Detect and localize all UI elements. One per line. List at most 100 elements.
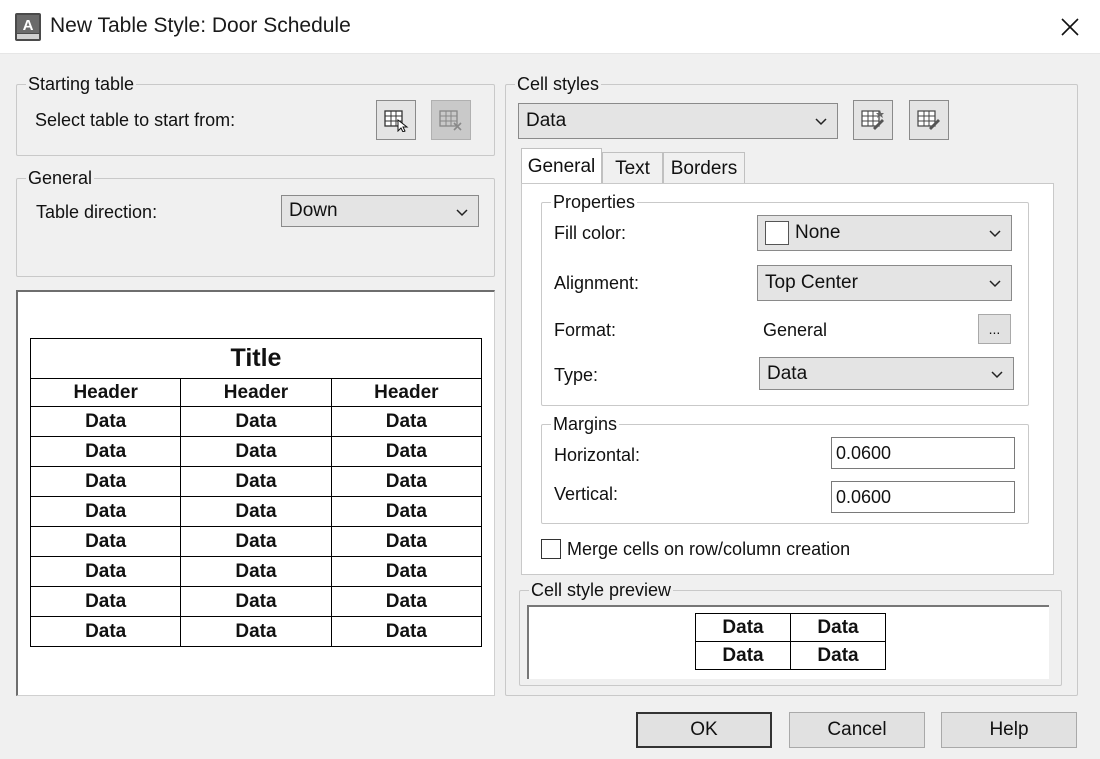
format-browse-button[interactable]: ...	[978, 314, 1011, 344]
cancel-button[interactable]: Cancel	[789, 712, 925, 748]
preview-title-cell: Title	[30, 338, 482, 379]
preview-data-cell: Data	[29, 406, 182, 437]
preview-data-cell: Data	[695, 641, 791, 670]
preview-data-cell: Data	[29, 436, 182, 467]
preview-data-cell: Data	[29, 496, 182, 527]
ok-button[interactable]: OK	[636, 712, 772, 748]
preview-data-cell: Data	[180, 586, 332, 617]
help-button[interactable]: Help	[941, 712, 1077, 748]
preview-data-cell: Data	[790, 613, 886, 642]
title-bar: A New Table Style: Door Schedule	[0, 0, 1100, 54]
preview-data-cell: Data	[180, 496, 332, 527]
table-row: Data Data Data	[29, 436, 483, 467]
preview-data-cell: Data	[695, 613, 791, 642]
chevron-down-icon	[989, 280, 1001, 288]
table-row: Data Data Data	[29, 466, 483, 497]
table-row: Data Data	[695, 613, 886, 642]
preview-data-cell: Data	[330, 586, 483, 617]
preview-data-cell: Data	[330, 406, 483, 437]
format-label: Format:	[554, 320, 617, 340]
horizontal-margin-input[interactable]: 0.0600	[831, 437, 1015, 469]
create-cell-style-button[interactable]	[853, 100, 893, 140]
fill-color-label: Fill color:	[554, 223, 627, 243]
preview-data-cell: Data	[29, 556, 182, 587]
remove-table-icon	[439, 110, 462, 131]
merge-cells-checkbox[interactable]	[541, 539, 561, 559]
horizontal-margin-label: Horizontal:	[554, 445, 641, 465]
chevron-down-icon	[991, 371, 1003, 379]
preview-data-cell: Data	[180, 556, 332, 587]
tab-general[interactable]: General	[521, 148, 602, 184]
preview-data-cell: Data	[180, 406, 332, 437]
properties-legend: Properties	[551, 192, 638, 212]
alignment-label: Alignment:	[554, 273, 640, 293]
table-row: Data Data Data	[29, 526, 483, 557]
merge-cells-label[interactable]: Merge cells on row/column creation	[567, 539, 850, 560]
general-legend: General	[26, 168, 95, 188]
preview-data-cell: Data	[29, 616, 182, 647]
table-row: Data Data Data	[29, 616, 483, 647]
tab-borders[interactable]: Borders	[663, 152, 745, 184]
preview-data-cell: Data	[180, 436, 332, 467]
close-icon	[1061, 18, 1079, 36]
preview-data-cell: Data	[29, 526, 182, 557]
svg-text:A: A	[23, 17, 34, 34]
table-direction-value: Down	[289, 200, 338, 221]
table-row: Data Data	[695, 641, 886, 670]
remove-table-button[interactable]	[431, 100, 471, 140]
alignment-select[interactable]: Top Center	[757, 265, 1012, 301]
vertical-margin-input[interactable]: 0.0600	[831, 481, 1015, 513]
alignment-value: Top Center	[765, 272, 858, 293]
preview-header-cell: Header	[180, 378, 332, 407]
preview-data-cell: Data	[29, 466, 182, 497]
preview-data-cell: Data	[330, 436, 483, 467]
table-row: Data Data Data	[29, 556, 483, 587]
fill-color-select[interactable]: None	[757, 215, 1012, 251]
table-row: Data Data Data	[29, 586, 483, 617]
preview-data-cell: Data	[330, 616, 483, 647]
preview-table: Title Header Header Header Data Data Data …	[29, 338, 483, 647]
cell-style-preview-legend: Cell style preview	[529, 580, 674, 600]
cell-style-value: Data	[526, 110, 567, 131]
general-group	[16, 178, 495, 277]
preview-data-cell: Data	[29, 586, 182, 617]
cell-style-preview-area: Data Data Data Data	[527, 605, 1049, 679]
cell-styles-legend: Cell styles	[515, 74, 602, 94]
preview-data-cell: Data	[330, 496, 483, 527]
starting-table-legend: Starting table	[26, 74, 137, 94]
tab-text[interactable]: Text	[602, 152, 663, 184]
preview-header-cell: Header	[330, 378, 483, 407]
table-row: Data Data Data	[29, 496, 483, 527]
chevron-down-icon	[815, 118, 827, 126]
starting-table-prompt: Select table to start from:	[35, 110, 236, 130]
close-button[interactable]	[1052, 10, 1088, 44]
preview-data-cell: Data	[180, 616, 332, 647]
manage-cell-styles-icon	[917, 110, 940, 130]
preview-header-cell: Header	[29, 378, 182, 407]
table-row: Data Data Data	[29, 406, 483, 437]
manage-cell-styles-button[interactable]	[909, 100, 949, 140]
window-title: New Table Style: Door Schedule	[50, 14, 351, 37]
preview-data-cell: Data	[180, 526, 332, 557]
table-style-preview: Title Header Header Header Data Data Data …	[16, 290, 495, 696]
select-table-button[interactable]	[376, 100, 416, 140]
chevron-down-icon	[456, 209, 468, 217]
cell-style-preview-table: Data Data Data Data	[695, 613, 886, 670]
margins-legend: Margins	[551, 414, 620, 434]
fill-color-value: None	[795, 222, 841, 243]
chevron-down-icon	[989, 230, 1001, 238]
create-cell-style-icon	[861, 110, 884, 130]
autocad-app-icon: A	[14, 12, 42, 42]
preview-data-cell: Data	[180, 466, 332, 497]
type-select[interactable]: Data	[759, 357, 1014, 390]
preview-data-cell: Data	[330, 466, 483, 497]
fill-color-swatch	[765, 221, 789, 245]
preview-data-cell: Data	[790, 641, 886, 670]
select-table-icon	[384, 110, 409, 132]
cell-style-select[interactable]: Data	[518, 103, 838, 139]
preview-data-cell: Data	[330, 556, 483, 587]
format-value: General	[763, 320, 828, 340]
table-direction-label: Table direction:	[36, 202, 158, 222]
table-direction-select[interactable]: Down	[281, 195, 479, 227]
vertical-margin-label: Vertical:	[554, 484, 619, 504]
